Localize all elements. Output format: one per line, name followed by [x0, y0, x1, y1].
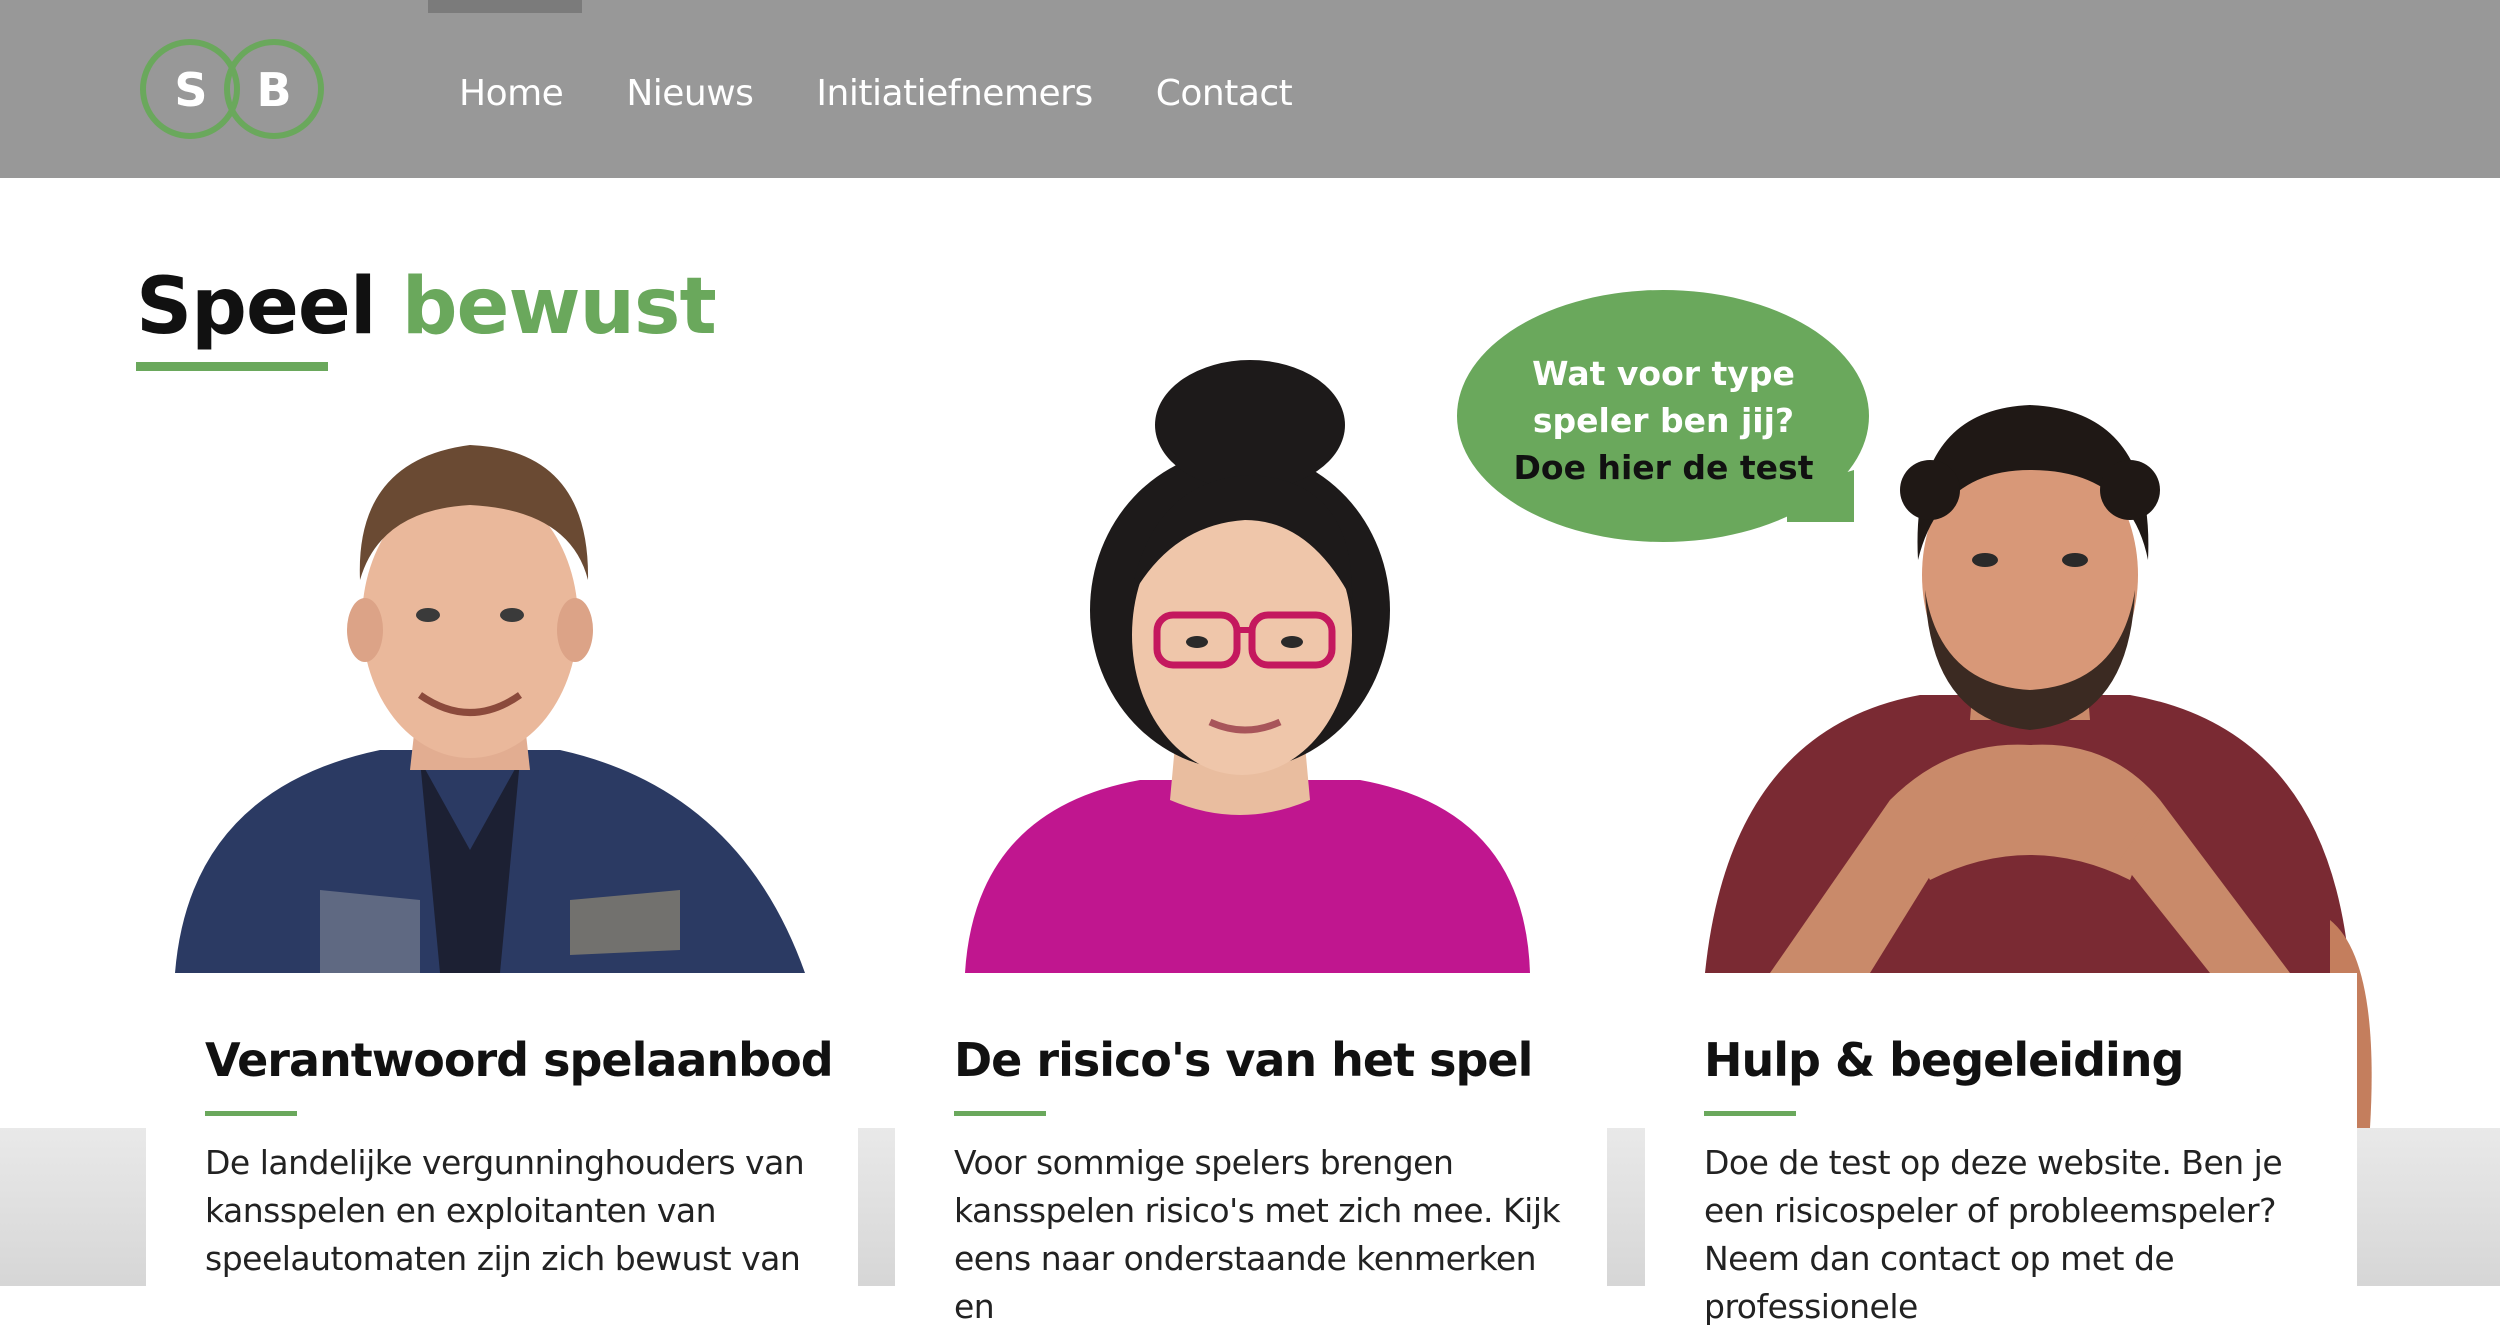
page-title-part2: bewust: [401, 262, 717, 352]
main-nav: Home Nieuws Initiatiefnemers Contact: [459, 73, 1355, 114]
bubble-question-line1: Wat voor type: [1532, 354, 1795, 393]
bubble-cta: Doe hier de test: [1513, 448, 1814, 487]
card-hulp-begeleiding[interactable]: Hulp & begeleiding Doe de test op deze w…: [1645, 973, 2357, 1326]
card-accent-line: [1704, 1111, 1796, 1116]
site-header: S B Home Nieuws Initiatiefnemers Contact: [0, 0, 2500, 178]
card-text: De landelijke vergunninghouders van kans…: [205, 1143, 805, 1278]
card-text: Doe de test op deze website. Ben je een …: [1704, 1143, 2283, 1326]
page-title: Speel bewust: [136, 262, 717, 352]
nav-contact[interactable]: Contact: [1156, 73, 1293, 114]
bubble-text: Wat voor type speler ben jij? Doe hier d…: [1457, 350, 1870, 491]
nav-nieuws[interactable]: Nieuws: [626, 73, 754, 114]
player-test-bubble[interactable]: Wat voor type speler ben jij? Doe hier d…: [1457, 290, 1870, 546]
card-title: Verantwoord spelaanbod: [205, 1033, 834, 1087]
bubble-question-line2: speler ben jij?: [1532, 401, 1795, 440]
logo[interactable]: S B: [138, 36, 326, 142]
card-accent-line: [205, 1111, 297, 1116]
nav-home[interactable]: Home: [459, 73, 564, 114]
card-accent-line: [954, 1111, 1046, 1116]
logo-letter-b: B: [256, 63, 292, 117]
card-risicos-van-het-spel[interactable]: De risico's van het spel Voor sommige sp…: [895, 973, 1607, 1326]
card-title: De risico's van het spel: [954, 1033, 1533, 1087]
nav-initiatiefnemers[interactable]: Initiatiefnemers: [816, 73, 1093, 114]
person-photo-woman-glasses: [960, 360, 1540, 975]
card-verantwoord-spelaanbod[interactable]: Verantwoord spelaanbod De landelijke ver…: [146, 973, 858, 1293]
card-title: Hulp & begeleiding: [1704, 1033, 2184, 1087]
logo-letter-s: S: [174, 63, 208, 117]
card-text: Voor sommige spelers brengen kansspelen …: [954, 1143, 1561, 1326]
active-nav-indicator: [428, 0, 582, 13]
page-title-part1: Speel: [136, 262, 377, 352]
page-title-underline: [136, 362, 328, 371]
